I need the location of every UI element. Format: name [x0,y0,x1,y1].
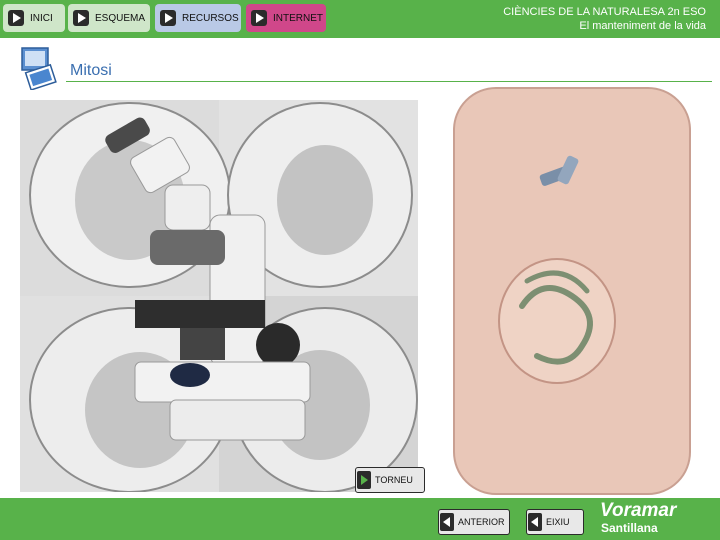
cell-nucleus-illustration [453,87,691,495]
play-arrow-icon [251,10,267,26]
nav-button-recursos[interactable]: RECURSOS [155,4,241,32]
play-arrow-icon [8,10,24,26]
nav-label: ESQUEMA [95,12,146,24]
course-header: CIÈNCIES DE LA NATURALESA 2n ESO El mant… [503,5,706,33]
nav-label: INICI [30,12,53,24]
title-divider [66,81,712,82]
play-arrow-icon [357,471,371,489]
course-title: CIÈNCIES DE LA NATURALESA 2n ESO [503,6,706,18]
nav-button-internet[interactable]: INTERNET [246,4,326,32]
microscope-mitosis-photo [20,100,418,492]
torneu-label: TORNEU [375,475,413,485]
play-arrow-icon [160,10,176,26]
publisher-name: Santillana [601,521,658,535]
anterior-label: ANTERIOR [458,517,505,527]
play-arrow-icon [73,10,89,26]
nav-label: RECURSOS [182,12,239,24]
unit-title: El manteniment de la vida [579,20,706,32]
brand-logo: Voramar [600,500,677,521]
anterior-button[interactable]: ANTERIOR [438,509,510,535]
page-title: Mitosi [70,62,112,79]
back-arrow-icon [440,513,454,531]
nav-button-inici[interactable]: INICI [3,4,65,32]
section-title-row: Mitosi [20,44,712,90]
document-icon [21,47,57,90]
eixiu-label: EIXIU [546,517,570,527]
nav-label: INTERNET [273,12,323,24]
nav-button-esquema[interactable]: ESQUEMA [68,4,150,32]
torneu-button[interactable]: TORNEU [355,467,425,493]
back-arrow-icon [528,513,542,531]
eixiu-button[interactable]: EIXIU [526,509,584,535]
